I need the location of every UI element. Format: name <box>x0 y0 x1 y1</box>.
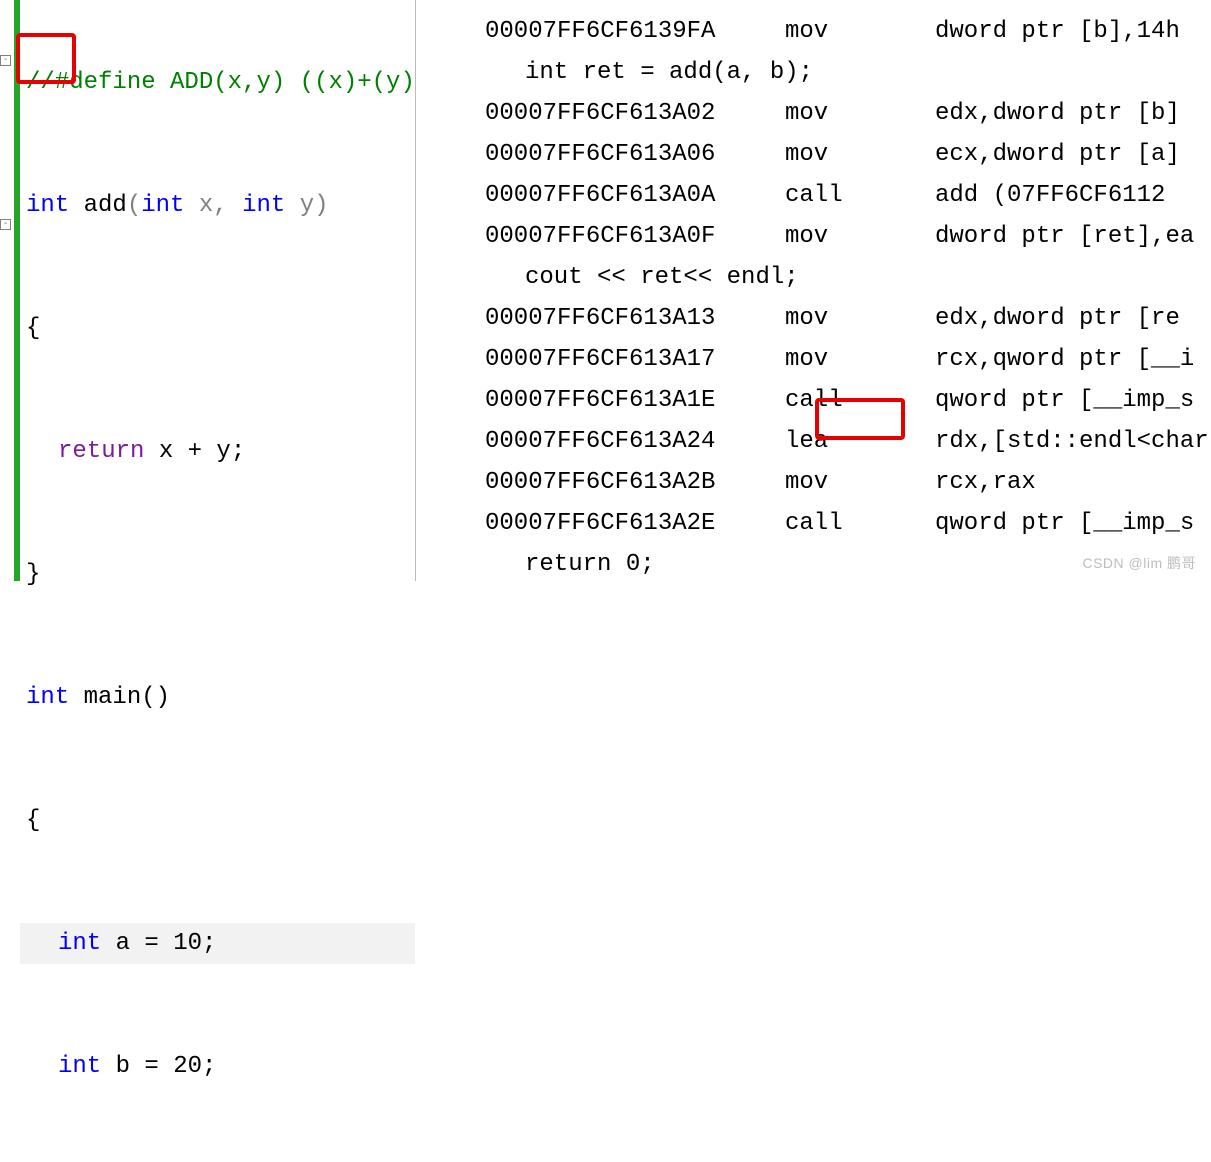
code-text: int <box>58 930 101 957</box>
asm-operands: dword ptr [ret],ea <box>935 216 1194 257</box>
asm-address: 00007FF6CF6139FA <box>485 11 785 52</box>
asm-row: 00007FF6CF613A2Bmovrcx,rax <box>485 462 1211 503</box>
code-text: int <box>26 192 69 219</box>
asm-row: 00007FF6CF613A0Acalladd (07FF6CF6112 <box>485 175 1211 216</box>
asm-source-line: return 0; <box>485 544 655 581</box>
fold-toggle-icon[interactable] <box>0 55 11 66</box>
asm-address: 00007FF6CF613A0A <box>485 175 785 216</box>
code-text: int <box>242 192 285 219</box>
asm-address: 00007FF6CF613A13 <box>485 298 785 339</box>
asm-operands: rcx,rax <box>935 462 1036 503</box>
asm-operands: rcx,qword ptr [__i <box>935 339 1194 380</box>
asm-source-line: int b = 20; <box>485 0 683 11</box>
code-text: return <box>58 438 144 465</box>
asm-opcode: lea <box>785 421 935 462</box>
code-text: int <box>58 1053 101 1080</box>
asm-address: 00007FF6CF613A0F <box>485 216 785 257</box>
asm-row: 00007FF6CF613A17movrcx,qword ptr [__i <box>485 339 1211 380</box>
asm-row: 00007FF6CF6139FAmovdword ptr [b],14h <box>485 11 1211 52</box>
code-text: main() <box>69 684 170 711</box>
asm-address: 00007FF6CF613A1E <box>485 380 785 421</box>
source-editor[interactable]: //#define ADD(x,y) ((x)+(y)) int add(int… <box>0 0 415 581</box>
asm-row: 00007FF6CF613A13movedx,dword ptr [re <box>485 298 1211 339</box>
asm-opcode: mov <box>785 298 935 339</box>
asm-operands: edx,dword ptr [b] <box>935 93 1180 134</box>
asm-operands: add (07FF6CF6112 <box>935 175 1165 216</box>
asm-opcode: mov <box>785 11 935 52</box>
asm-source-line: int ret = add(a, b); <box>485 52 813 93</box>
asm-opcode: call <box>785 380 935 421</box>
code-text: { <box>20 800 415 841</box>
asm-address: 00007FF6CF613A06 <box>485 134 785 175</box>
code-text: b = 20; <box>101 1053 216 1080</box>
asm-row: 00007FF6CF613A2Ecallqword ptr [__imp_s <box>485 503 1211 544</box>
code-text: add <box>84 192 127 219</box>
code-text: //#define ADD(x,y) ((x)+(y)) <box>26 69 429 96</box>
asm-row: 00007FF6CF613A0Fmovdword ptr [ret],ea <box>485 216 1211 257</box>
asm-row: 00007FF6CF613A24leardx,[std::endl<char <box>485 421 1211 462</box>
asm-row: 00007FF6CF613A1Ecallqword ptr [__imp_s <box>485 380 1211 421</box>
asm-opcode: call <box>785 175 935 216</box>
disassembly-view[interactable]: int b = 20;00007FF6CF6139FAmovdword ptr … <box>485 0 1211 581</box>
asm-address: 00007FF6CF613A02 <box>485 93 785 134</box>
code-text: int <box>26 684 69 711</box>
asm-operands: dword ptr [b],14h <box>935 11 1180 52</box>
asm-row: cout << ret<< endl; <box>485 257 1211 298</box>
asm-opcode: mov <box>785 339 935 380</box>
asm-operands: qword ptr [__imp_s <box>935 503 1194 544</box>
asm-row: int b = 20; <box>485 0 1211 11</box>
code-text: { <box>20 308 415 349</box>
code-text: } <box>20 554 415 595</box>
asm-opcode: mov <box>785 93 935 134</box>
code-text: ( <box>127 192 141 219</box>
asm-address: 00007FF6CF613A2E <box>485 503 785 544</box>
asm-operands: ecx,dword ptr [a] <box>935 134 1180 175</box>
asm-opcode: call <box>785 503 935 544</box>
asm-address: 00007FF6CF613A17 <box>485 339 785 380</box>
asm-address: 00007FF6CF613A24 <box>485 421 785 462</box>
asm-row: 00007FF6CF613A06movecx,dword ptr [a] <box>485 134 1211 175</box>
code-text: y) <box>285 192 328 219</box>
code-text: x + y; <box>144 438 245 465</box>
source-code: //#define ADD(x,y) ((x)+(y)) int add(int… <box>20 0 415 1162</box>
asm-opcode: mov <box>785 134 935 175</box>
watermark-text: CSDN @lim 鹏哥 <box>1082 553 1196 573</box>
code-text: x, <box>184 192 242 219</box>
asm-operands: edx,dword ptr [re <box>935 298 1180 339</box>
code-text: int <box>141 192 184 219</box>
editor-gutter <box>0 0 14 581</box>
asm-opcode: mov <box>785 462 935 503</box>
code-text: a = 10; <box>101 930 216 957</box>
asm-source-line: cout << ret<< endl; <box>485 257 799 298</box>
asm-address: 00007FF6CF613A2B <box>485 462 785 503</box>
asm-row: int ret = add(a, b); <box>485 52 1211 93</box>
fold-toggle-icon[interactable] <box>0 219 11 230</box>
asm-operands: rdx,[std::endl<char <box>935 421 1209 462</box>
disassembly-listing: int b = 20;00007FF6CF6139FAmovdword ptr … <box>485 0 1211 581</box>
asm-row: 00007FF6CF613A02movedx,dword ptr [b] <box>485 93 1211 134</box>
pane-divider[interactable] <box>415 0 485 581</box>
asm-operands: qword ptr [__imp_s <box>935 380 1194 421</box>
asm-opcode: mov <box>785 216 935 257</box>
